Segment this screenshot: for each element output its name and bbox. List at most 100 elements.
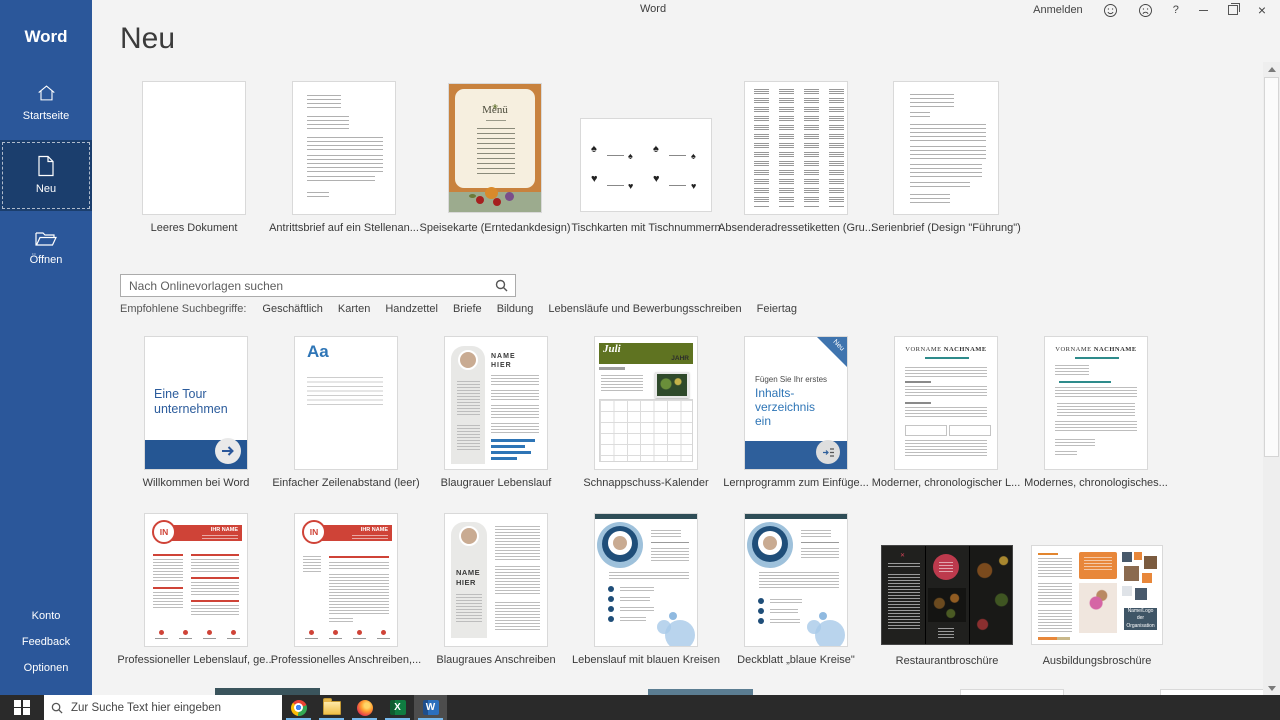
- template-tile-restaurantbroschuere[interactable]: ✕ Restaurantbroschüre: [881, 545, 1013, 645]
- template-tile-prof-lebenslauf[interactable]: IHR NAME IN Professioneller Lebenslauf, …: [144, 513, 248, 647]
- template-tile-ausbildungsbroschuere[interactable]: Name/Logo derOrganisation Ausbildungsbro…: [1031, 545, 1163, 645]
- name-header: VORNAME NACHNAME: [895, 346, 997, 353]
- scroll-up-arrow[interactable]: [1263, 62, 1280, 76]
- suggestion-handzettel[interactable]: Handzettel: [385, 303, 438, 315]
- start-button[interactable]: [0, 695, 44, 720]
- windows-taskbar: X W: [0, 695, 1280, 720]
- template-tile-modernes-anschreiben[interactable]: VORNAME NACHNAME Modernes, chronologisch…: [1044, 336, 1148, 470]
- thumbnail-art: Eine Tour unternehmen: [144, 336, 248, 470]
- template-tile-tischkarten[interactable]: ♠ ♠ ♠ ♠ ♥ ♥ ♥ ♥ Tischkarten mit Tischnum…: [580, 118, 712, 212]
- template-label: Deckblatt „blaue Kreise": [737, 654, 855, 666]
- sidebar-item-optionen[interactable]: Optionen: [0, 655, 92, 681]
- restore-button[interactable]: [1218, 0, 1248, 20]
- template-tile-willkommen[interactable]: Eine Tour unternehmen Willkommen bei Wor…: [144, 336, 248, 470]
- thumbnail-art: [142, 81, 246, 215]
- calendar-month: Juli: [603, 343, 621, 355]
- sidebar-item-label: Startseite: [23, 110, 69, 122]
- windows-logo-icon: [14, 700, 30, 716]
- sidebar-item-konto[interactable]: Konto: [0, 603, 92, 629]
- taskbar-word-button[interactable]: W: [414, 695, 447, 720]
- template-tile-blaugrauer-lebenslauf[interactable]: NAMEHIER Blaugrauer Lebenslauf: [444, 336, 548, 470]
- thumbnail-art: [744, 81, 848, 215]
- template-search-box: [120, 274, 516, 297]
- taskbar-search-input[interactable]: [69, 701, 275, 715]
- thumbnail-art: ♠ ♠ ♠ ♠ ♥ ♥ ♥ ♥: [580, 118, 712, 212]
- template-label: Moderner, chronologischer L...: [872, 477, 1021, 489]
- suggestion-briefe[interactable]: Briefe: [453, 303, 482, 315]
- template-tile-speisekarte[interactable]: ❀ Menü Speisekarte (Erntedankdesign): [448, 83, 542, 213]
- ihr-name-text: IHR NAME: [211, 527, 238, 533]
- thumbnail-art: VORNAME NACHNAME: [1044, 336, 1148, 470]
- menu-title: Menü: [449, 104, 541, 116]
- name-header: VORNAME NACHNAME: [1045, 346, 1147, 353]
- arrow-right-icon: [221, 445, 235, 457]
- sidebar-item-oeffnen[interactable]: Öffnen: [0, 217, 92, 278]
- feedback-smile-icon[interactable]: [1093, 0, 1128, 20]
- template-label: Tischkarten mit Tischnummern: [571, 222, 720, 234]
- resume-name: NAMEHIER: [456, 568, 480, 588]
- template-tile-kalender[interactable]: Juli JAHR Schnappschuss-Kalender: [594, 336, 698, 470]
- search-icon[interactable]: [495, 279, 508, 292]
- search-input[interactable]: [121, 275, 499, 296]
- template-label: Leeres Dokument: [151, 222, 238, 234]
- template-tile-prof-anschreiben[interactable]: IHR NAME IN Professionelles Anschreiben,…: [294, 513, 398, 647]
- template-label: Professioneller Lebenslauf, ge...: [117, 654, 274, 666]
- thumbnail-art: Name/Logo derOrganisation: [1031, 545, 1163, 645]
- template-tile-moderner-lebenslauf[interactable]: VORNAME NACHNAME Moderner, chronologisch…: [894, 336, 998, 470]
- taskbar-firefox-button[interactable]: [348, 695, 381, 720]
- close-button[interactable]: ×: [1248, 0, 1276, 20]
- feedback-frown-icon[interactable]: [1128, 0, 1163, 20]
- resume-name: NAMEHIER: [491, 352, 516, 370]
- toc-title: Inhalts-verzeichnisein: [755, 387, 815, 428]
- suggestion-geschaeftlich[interactable]: Geschäftlich: [262, 303, 323, 315]
- title-bar: Word Anmelden ? ×: [92, 0, 1280, 20]
- suggestion-feiertag[interactable]: Feiertag: [757, 303, 797, 315]
- template-tile-etiketten[interactable]: Absenderadressetiketten (Gru...: [744, 81, 848, 215]
- template-label: Ausbildungsbroschüre: [1043, 655, 1152, 667]
- sidebar-item-feedback[interactable]: Feedback: [0, 629, 92, 655]
- sidebar-item-startseite[interactable]: Startseite: [0, 71, 92, 134]
- word-logo: Word: [0, 0, 92, 47]
- thumbnail-art: [292, 81, 396, 215]
- template-tile-serienbrief[interactable]: Serienbrief (Design "Führung"): [893, 81, 999, 215]
- scrollbar[interactable]: [1263, 62, 1280, 695]
- new-document-icon: [36, 155, 56, 177]
- taskbar-search[interactable]: [44, 695, 282, 720]
- calendar-year: JAHR: [671, 355, 689, 362]
- minimize-button[interactable]: [1189, 0, 1218, 20]
- suggestion-lebenslaeufe[interactable]: Lebensläufe und Bewerbungsschreiben: [548, 303, 741, 315]
- scroll-down-arrow[interactable]: [1263, 681, 1280, 695]
- thumbnail-art: Juli JAHR: [594, 336, 698, 470]
- thumbnail-art: [594, 513, 698, 647]
- sidebar-item-neu[interactable]: Neu: [0, 140, 92, 211]
- page-title: Neu: [120, 22, 175, 56]
- taskbar-excel-button[interactable]: X: [381, 695, 414, 720]
- taskbar-explorer-button[interactable]: [315, 695, 348, 720]
- sidebar-item-label: Neu: [36, 183, 56, 195]
- org-logo-block: Name/Logo derOrganisation: [1124, 608, 1157, 630]
- in-logo: IN: [152, 520, 176, 544]
- template-tile-antrittsbrief[interactable]: Antrittsbrief auf ein Stellenan...: [292, 81, 396, 215]
- backstage-sidebar: Word Startseite Neu Öffnen Konto Feedbac…: [0, 0, 92, 695]
- template-tile-zeilenabstand[interactable]: Aa Einfacher Zeilenabstand (leer): [294, 336, 398, 470]
- word-icon: W: [423, 700, 439, 715]
- template-tile-leeres-dokument[interactable]: Leeres Dokument: [142, 81, 246, 215]
- template-label: Lebenslauf mit blauen Kreisen: [572, 654, 720, 666]
- template-tile-lebenslauf-blaue-kreise[interactable]: Lebenslauf mit blauen Kreisen: [594, 513, 698, 647]
- suggestion-karten[interactable]: Karten: [338, 303, 370, 315]
- home-icon: [35, 82, 58, 104]
- template-tile-blaugraues-anschreiben[interactable]: NAMEHIER Blaugraues Anschreiben: [444, 513, 548, 647]
- thumbnail-art: VORNAME NACHNAME: [894, 336, 998, 470]
- in-logo: IN: [302, 520, 326, 544]
- template-tile-lernprogramm[interactable]: Neu Fügen Sie Ihr erstes Inhalts-verzeic…: [744, 336, 848, 470]
- sign-in-button[interactable]: Anmelden: [1023, 0, 1093, 20]
- taskbar-chrome-button[interactable]: [282, 695, 315, 720]
- template-label: Serienbrief (Design "Führung"): [871, 222, 1021, 234]
- thumbnail-art: [893, 81, 999, 215]
- suggestion-bildung[interactable]: Bildung: [497, 303, 534, 315]
- template-tile-deckblatt-blaue-kreise[interactable]: Deckblatt „blaue Kreise": [744, 513, 848, 647]
- template-label: Restaurantbroschüre: [896, 655, 999, 667]
- template-label: Schnappschuss-Kalender: [583, 477, 708, 489]
- help-button[interactable]: ?: [1163, 0, 1189, 20]
- scrollbar-thumb[interactable]: [1264, 77, 1279, 457]
